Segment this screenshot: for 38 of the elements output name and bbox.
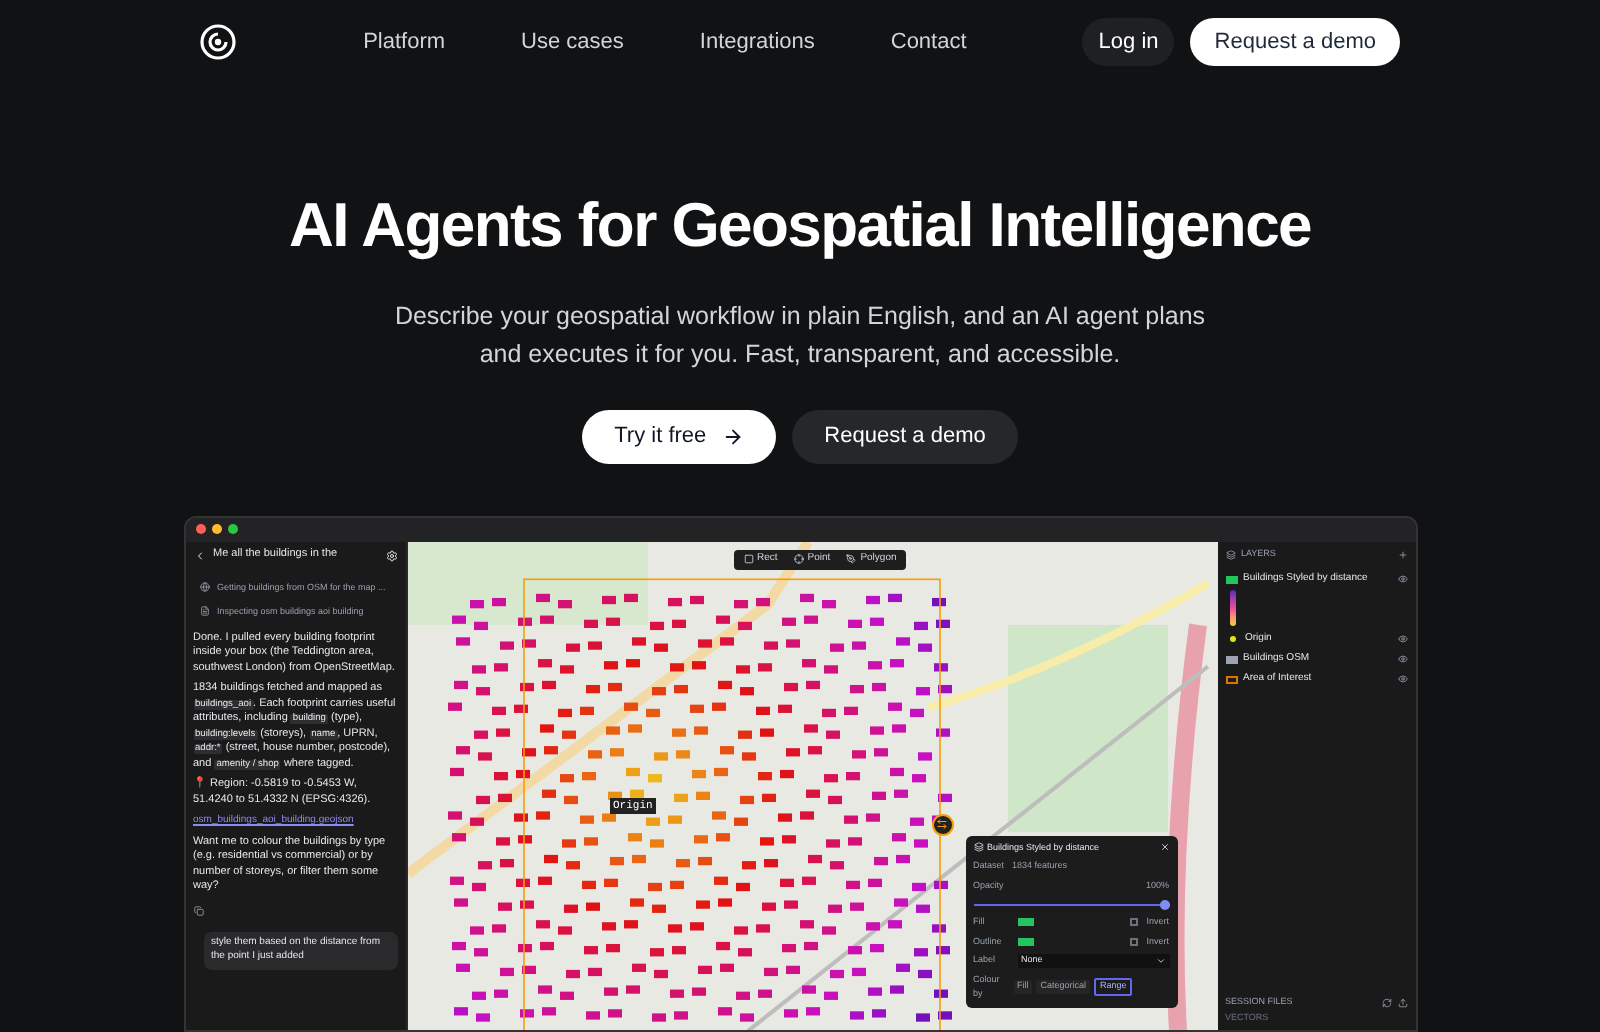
chevron-down-icon [1155, 956, 1165, 967]
logo-icon[interactable] [200, 24, 236, 60]
nav-link[interactable]: Integrations [699, 25, 815, 59]
arrow-right-icon [722, 425, 745, 447]
color-swatch[interactable] [1017, 937, 1033, 946]
upload-icon[interactable] [1397, 997, 1407, 1008]
login-button[interactable]: Log in [1082, 17, 1175, 67]
slider-thumb[interactable] [1159, 899, 1169, 910]
visibility-icon[interactable] [1397, 634, 1407, 644]
color-swatch[interactable] [1017, 918, 1033, 927]
left-right-arrow-icon [936, 818, 948, 830]
request-demo-button[interactable]: Request a demo [792, 409, 1018, 463]
settings-icon[interactable] [385, 549, 397, 561]
nav-link[interactable]: Contact [890, 25, 967, 59]
hero-subtitle: Describe your geospatial workflow in plain English, and an AI agent plans and executes it for you. Fast, transparent, and accessible. [392, 299, 1208, 372]
document-icon [199, 606, 209, 617]
copy-icon[interactable] [193, 905, 203, 915]
back-icon[interactable] [193, 549, 205, 561]
invert-checkbox[interactable] [1130, 918, 1139, 927]
layers-icon [973, 842, 983, 853]
legend-gradient [1229, 589, 1235, 625]
square-icon [743, 554, 753, 564]
visibility-icon[interactable] [1397, 654, 1407, 664]
layers-icon [1225, 550, 1235, 560]
hero-title: AI Agents for Geospatial Intelligence [288, 188, 1312, 264]
nav-link[interactable]: Use cases [521, 25, 624, 59]
add-icon[interactable] [1397, 550, 1407, 560]
nav-link[interactable]: Platform [363, 25, 446, 59]
request-demo-button[interactable]: Request a demo [1190, 17, 1400, 67]
try-free-button[interactable]: Try it free [582, 409, 777, 463]
globe-icon [199, 581, 209, 592]
crosshair-icon [793, 554, 804, 564]
visibility-icon[interactable] [1397, 574, 1407, 584]
visibility-icon[interactable] [1397, 674, 1407, 684]
refresh-icon[interactable] [1381, 997, 1391, 1008]
invert-checkbox[interactable] [1130, 937, 1139, 946]
opacity-slider[interactable] [973, 899, 1169, 910]
pen-icon [846, 554, 857, 564]
